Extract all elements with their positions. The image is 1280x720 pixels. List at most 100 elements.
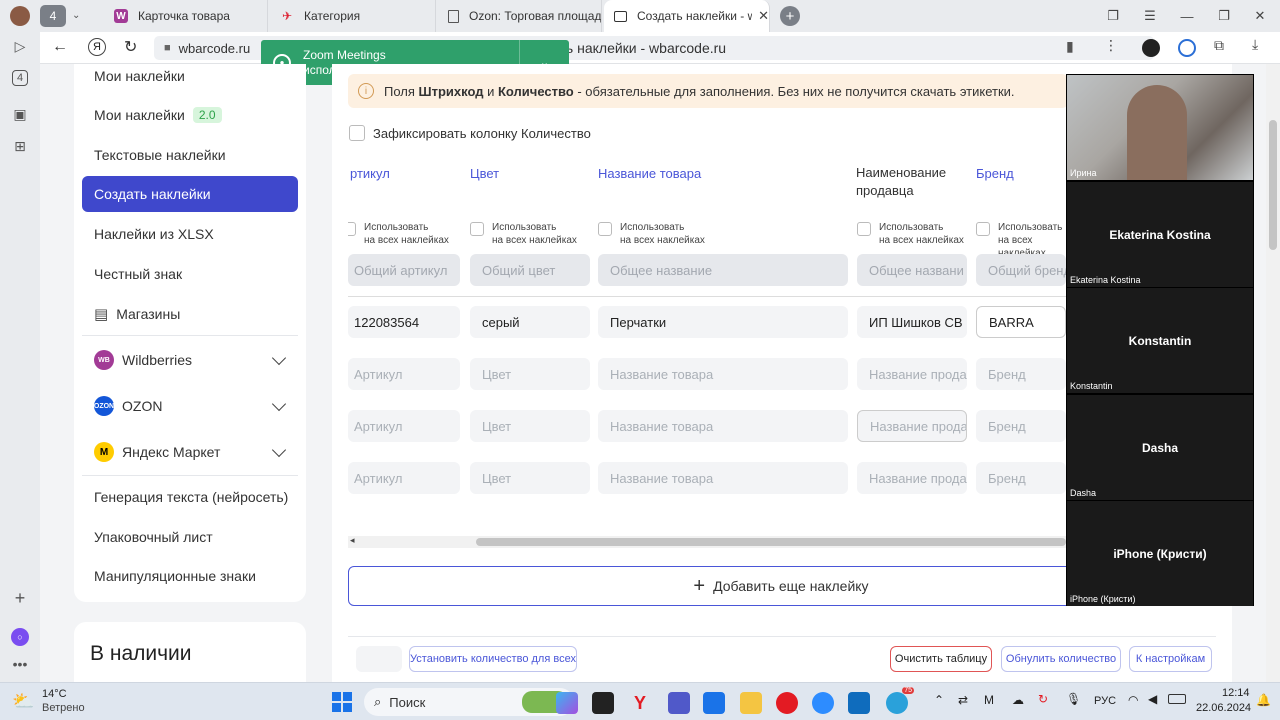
tray-icon[interactable]: ↻ <box>1038 692 1048 706</box>
seller-input[interactable]: Название прода <box>857 410 967 442</box>
wifi-icon[interactable]: ◠ <box>1128 693 1138 707</box>
folder-icon[interactable] <box>740 692 762 714</box>
participant-tile[interactable]: Ekaterina Kostina Ekaterina Kostina <box>1067 182 1253 287</box>
common-article-input[interactable]: Общий артикул <box>348 254 460 286</box>
weather-icon[interactable]: ⛅ <box>12 691 34 712</box>
article-input[interactable]: 122083564 <box>348 306 460 338</box>
play-icon[interactable]: ▷ <box>10 36 30 56</box>
sidebar-item-create-stickers[interactable]: Создать наклейки <box>82 176 298 212</box>
zoom-icon[interactable] <box>812 692 834 714</box>
teams-icon[interactable] <box>668 692 690 714</box>
use-all-seller[interactable]: Использовать на всех наклейках <box>857 221 964 247</box>
color-input[interactable]: Цвет <box>470 462 590 494</box>
tab-ozon[interactable]: Ozon: Торговая площадк <box>438 0 602 32</box>
yandex-browser-icon[interactable]: Y <box>629 692 651 714</box>
reload-icon[interactable]: ↻ <box>124 37 137 57</box>
microphone-icon[interactable]: 🎙 <box>1066 692 1081 706</box>
menu-icon[interactable]: ☰ <box>1140 6 1160 26</box>
participant-tile[interactable]: Konstantin Konstantin <box>1067 288 1253 393</box>
sidebar-item-wildberries[interactable]: WB Wildberries <box>82 342 298 378</box>
notification-icon[interactable]: 🔔 <box>1256 693 1271 707</box>
use-all-color[interactable]: Использовать на всех наклейках <box>470 221 577 247</box>
color-input[interactable]: Цвет <box>470 358 590 390</box>
column-product-name[interactable]: Название товара <box>598 166 701 181</box>
sidebar-item-ozon[interactable]: OZON OZON <box>82 388 298 424</box>
column-color[interactable]: Цвет <box>470 166 499 181</box>
article-input[interactable]: Артикул <box>348 358 460 390</box>
name-input[interactable]: Название товара <box>598 462 848 494</box>
sidebar-item-xlsx[interactable]: Наклейки из XLSX <box>82 216 298 252</box>
language-indicator[interactable]: РУС <box>1094 695 1116 707</box>
scroll-left-icon[interactable]: ◂ <box>350 535 355 546</box>
checkbox[interactable] <box>857 222 871 236</box>
set-qty-all-button[interactable]: Установить количество для всех <box>409 646 577 672</box>
tabs-chevron-icon[interactable]: ⌄ <box>72 6 88 24</box>
seller-input[interactable]: Название прода <box>857 358 967 390</box>
sidebar-item-text-gen[interactable]: Генерация текста (нейросеть) <box>82 479 298 515</box>
name-input[interactable]: Название товара <box>598 358 848 390</box>
brand-input[interactable]: BARRA <box>976 306 1066 338</box>
checkbox[interactable] <box>348 222 356 236</box>
tray-icon[interactable]: ☁ <box>1012 693 1024 707</box>
outlook-icon[interactable] <box>848 692 870 714</box>
copilot-icon[interactable] <box>556 692 578 714</box>
close-window-icon[interactable]: ✕ <box>1250 6 1270 26</box>
common-color-input[interactable]: Общий цвет <box>470 254 590 286</box>
fix-column-checkbox[interactable]: Зафиксировать колонку Количество <box>349 125 591 141</box>
back-icon[interactable]: ← <box>52 38 68 56</box>
column-article[interactable]: ртикул <box>350 166 390 181</box>
counter-icon[interactable]: 4 <box>12 70 28 86</box>
alice-icon[interactable]: ○ <box>11 628 29 646</box>
more-icon[interactable]: ••• <box>10 654 30 674</box>
participant-tile[interactable]: Ирина <box>1067 75 1253 180</box>
minimize-icon[interactable]: — <box>1177 6 1197 26</box>
sidebar-item-my-stickers-2[interactable]: Мои наклейки 2.0 <box>82 97 298 133</box>
download-icon[interactable]: ⤓ <box>1252 36 1258 53</box>
camera-icon[interactable]: ▣ <box>10 104 30 124</box>
scroll-thumb[interactable] <box>476 538 1066 546</box>
new-tab-button[interactable]: + <box>780 6 800 26</box>
checkbox[interactable] <box>598 222 612 236</box>
opera-icon[interactable] <box>776 692 798 714</box>
use-all-article[interactable]: Использовать на всех наклейках <box>348 221 468 247</box>
sidebar-item-my-stickers[interactable]: Мои наклейки <box>82 58 298 94</box>
brand-input[interactable]: Бренд <box>976 358 1066 390</box>
start-icon[interactable] <box>332 692 352 712</box>
extension-icon[interactable] <box>1142 39 1160 57</box>
taskview-icon[interactable] <box>592 692 614 714</box>
sidebar-item-handling-signs[interactable]: Манипуляционные знаки <box>82 558 298 594</box>
tab-product-card[interactable]: W Карточка товара <box>104 0 268 32</box>
seller-input[interactable]: ИП Шишков СВ <box>857 306 967 338</box>
volume-icon[interactable]: ◀ <box>1148 692 1157 706</box>
apps-icon[interactable]: ⊞ <box>10 136 30 156</box>
participant-tile[interactable]: Dasha Dasha <box>1067 395 1253 500</box>
reset-qty-button[interactable]: Обнулить количество <box>1001 646 1121 672</box>
participant-tile[interactable]: iPhone (Кристи) iPhone (Кристи) <box>1067 501 1253 606</box>
yandex-icon[interactable]: Я <box>88 38 106 56</box>
battery-icon[interactable] <box>1168 694 1186 704</box>
checkbox[interactable] <box>349 125 365 141</box>
seller-input[interactable]: Название прода <box>857 462 967 494</box>
search-box[interactable]: ⌕ Поиск <box>364 688 574 716</box>
clock-date[interactable]: 22.06.2024 <box>1196 702 1251 714</box>
more-vert-icon[interactable]: ⋮ <box>1104 37 1118 54</box>
column-brand[interactable]: Бренд <box>976 166 1014 181</box>
vertical-scrollbar[interactable] <box>1266 64 1280 682</box>
sidebar-item-packing-list[interactable]: Упаковочный лист <box>82 519 298 555</box>
article-input[interactable]: Артикул <box>348 410 460 442</box>
puzzle-icon[interactable]: ⧉ <box>1214 37 1224 54</box>
checkbox[interactable] <box>976 222 990 236</box>
add-panel-icon[interactable]: + <box>10 588 30 608</box>
clock-time[interactable]: 12:14 <box>1222 687 1250 699</box>
store-icon[interactable] <box>703 692 725 714</box>
color-input[interactable]: серый <box>470 306 590 338</box>
sidebar-item-honest-sign[interactable]: Честный знак <box>82 256 298 292</box>
horizontal-scrollbar[interactable]: ◂ <box>348 535 1066 548</box>
quantity-placeholder[interactable] <box>356 646 402 672</box>
bookmark-icon[interactable]: ▮ <box>1066 38 1074 55</box>
common-brand-input[interactable]: Общий бренд <box>976 254 1066 286</box>
name-input[interactable]: Название товара <box>598 410 848 442</box>
common-seller-input[interactable]: Общее названи <box>857 254 967 286</box>
tab-create-stickers[interactable]: Создать наклейки - wb ✕ <box>604 0 770 32</box>
color-input[interactable]: Цвет <box>470 410 590 442</box>
